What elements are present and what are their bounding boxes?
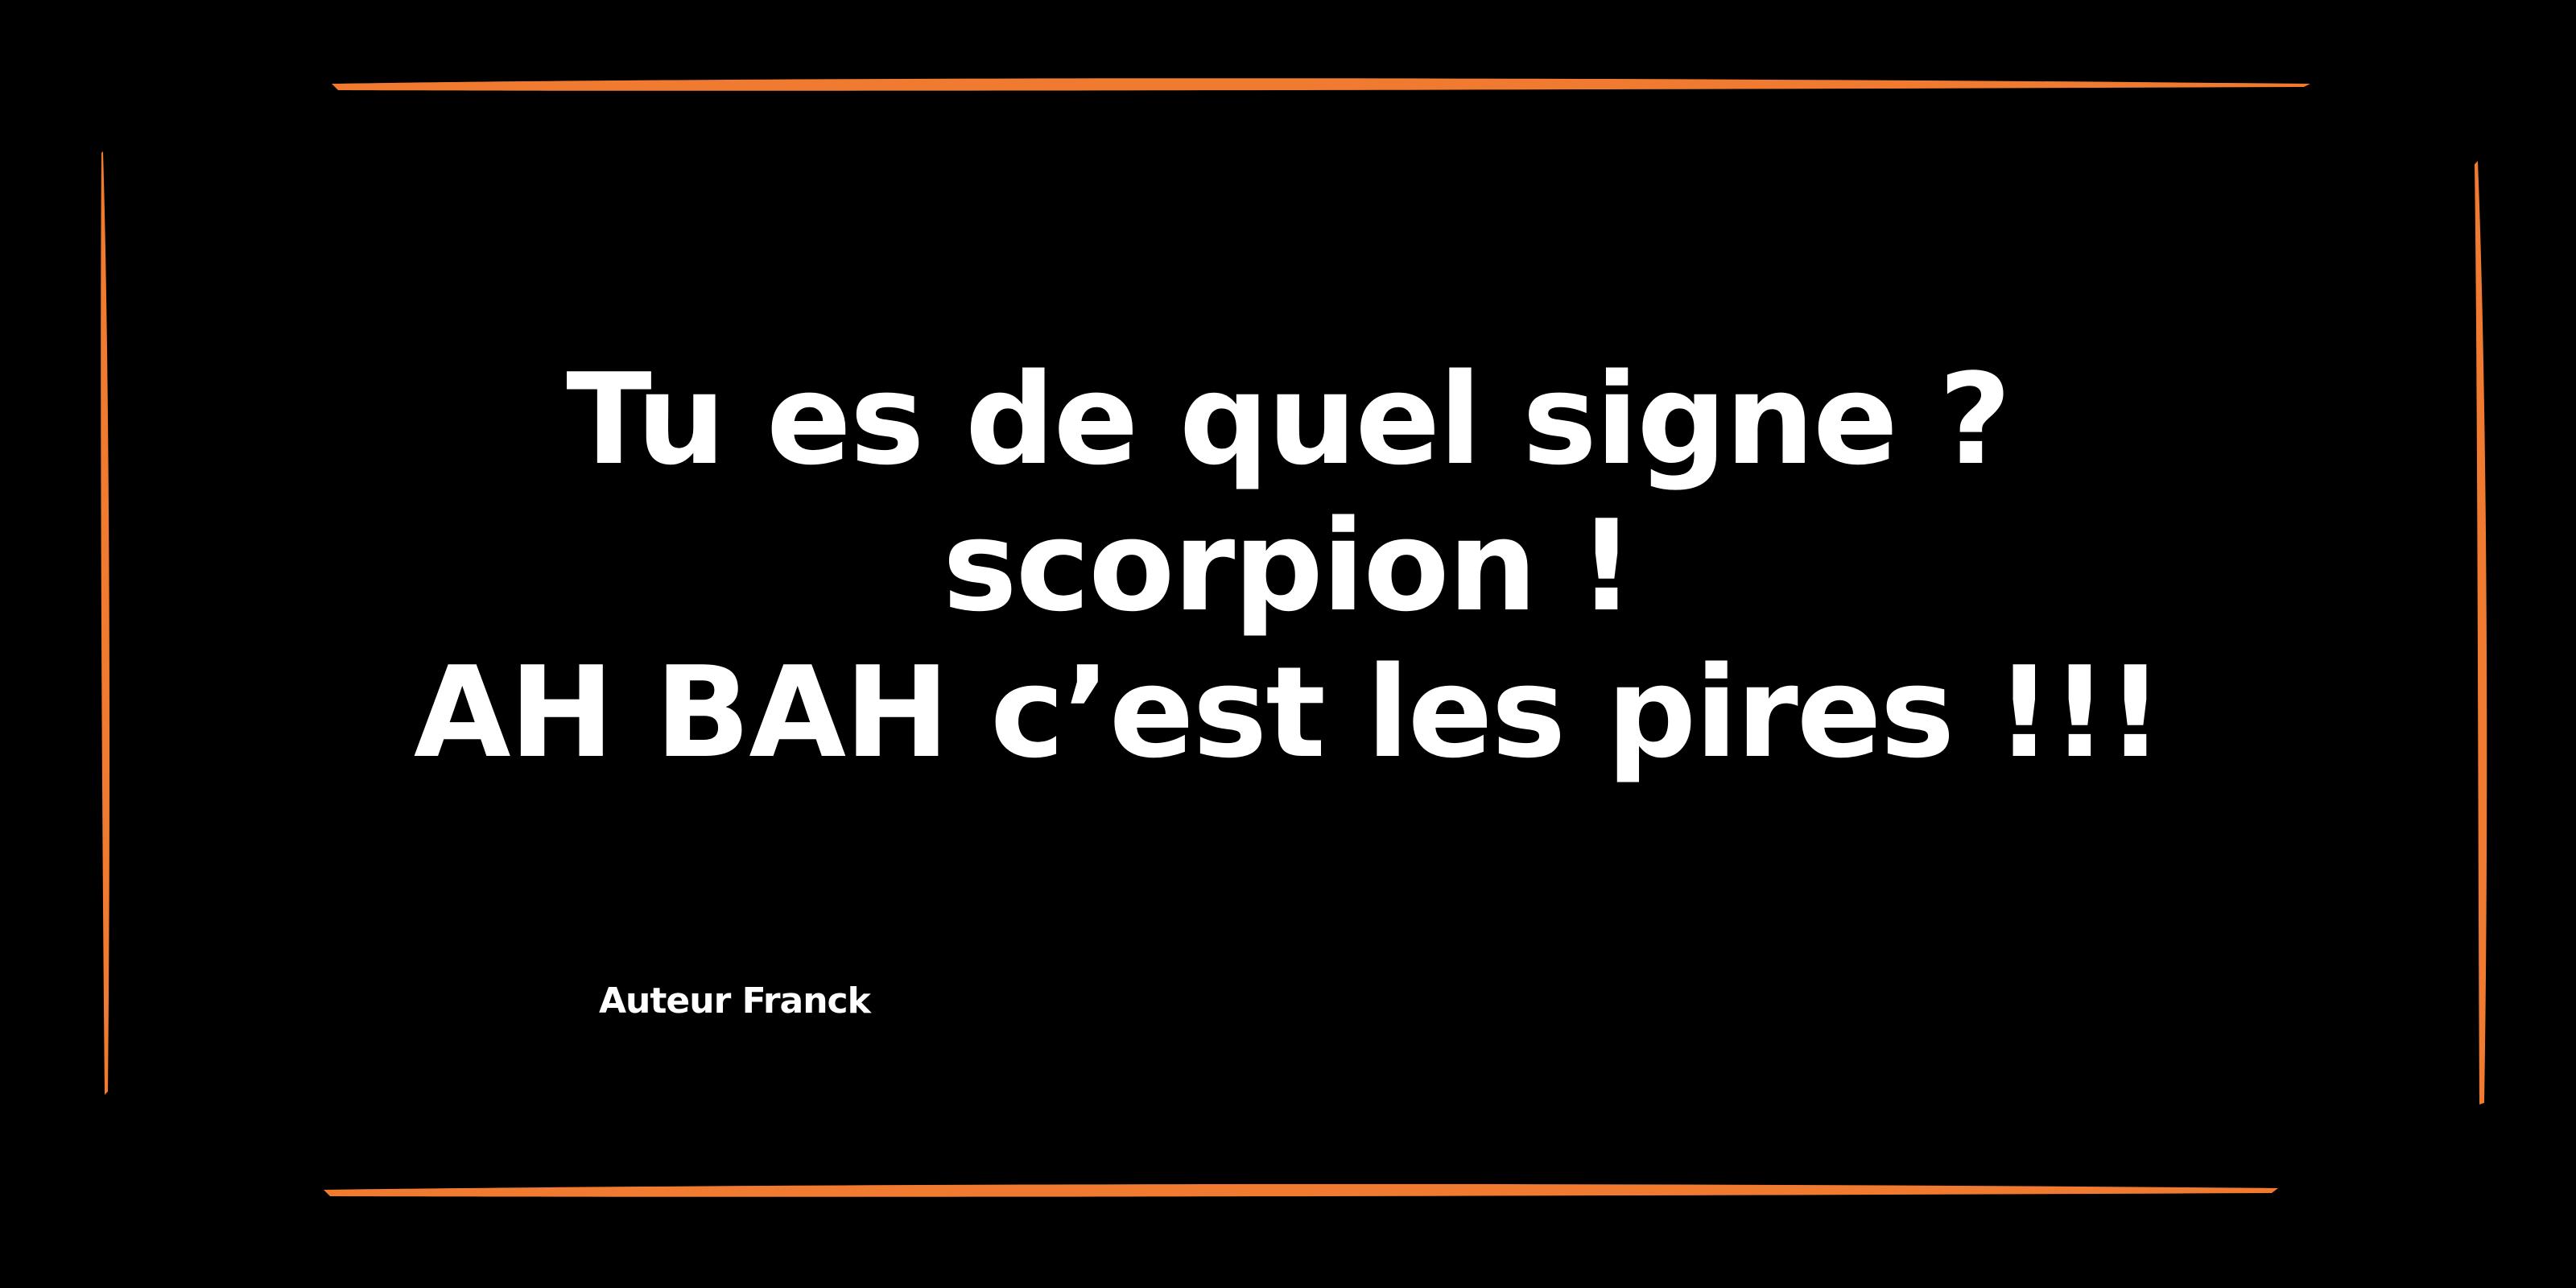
quote-line-3: AH BAH c’est les pires !!! xyxy=(413,639,2164,786)
quote-text: Tu es de quel signe ? scorpion ! AH BAH … xyxy=(0,346,2576,786)
brush-stroke-top xyxy=(332,78,2310,91)
quote-line-2: scorpion ! xyxy=(942,493,1635,639)
brush-stroke-bottom xyxy=(324,1183,2278,1197)
author-credit: Auteur Franck xyxy=(599,980,871,1022)
quote-line-1: Tu es de quel signe ? xyxy=(566,346,2011,493)
